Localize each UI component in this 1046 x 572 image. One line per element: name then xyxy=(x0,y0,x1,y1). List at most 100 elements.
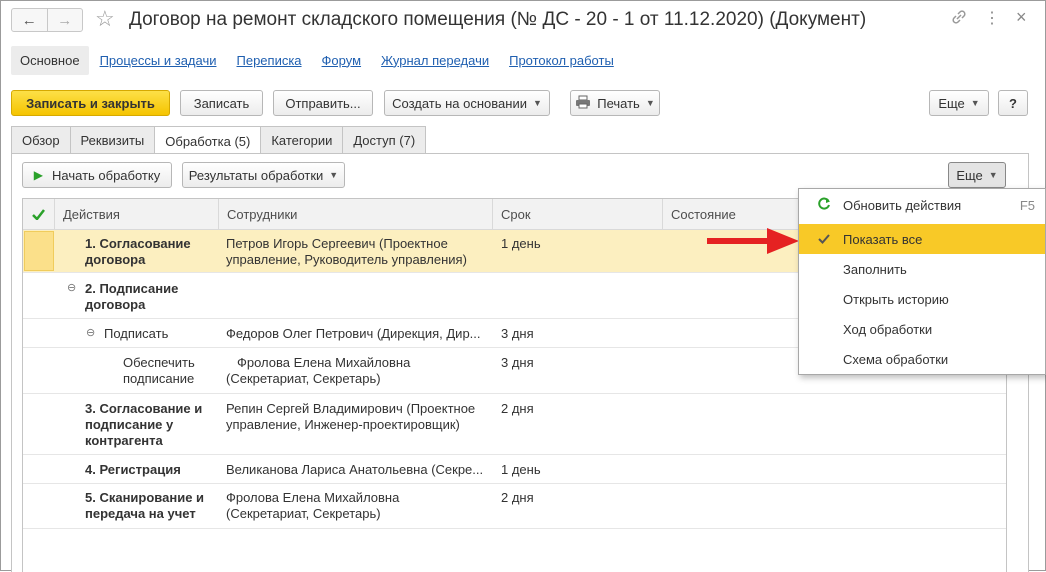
more-actions-icon[interactable]: ⋮ xyxy=(984,8,1000,28)
action-line: передача на учет xyxy=(85,506,196,521)
term-cell: 1 день xyxy=(501,236,541,251)
action-cell: 4. Регистрация xyxy=(85,462,181,477)
document-window: ← → ☆ Договор на ремонт складского помещ… xyxy=(0,0,1046,572)
forward-button[interactable]: → xyxy=(46,9,83,31)
help-label: ? xyxy=(1009,95,1017,111)
nav-processes[interactable]: Процессы и задачи xyxy=(100,53,217,68)
menu-item-label: Обновить действия xyxy=(843,197,962,213)
save-button[interactable]: Записать xyxy=(180,90,263,116)
action-line: Обеспечить xyxy=(123,355,195,370)
column-actions[interactable]: Действия xyxy=(54,199,218,230)
send-button[interactable]: Отправить... xyxy=(273,90,373,116)
collapse-icon[interactable]: ⊖ xyxy=(86,326,95,339)
more-dropdown-menu: Обновить действия F5 Показать все Заполн… xyxy=(798,188,1046,375)
employee-line: Фролова Елена Михайловна xyxy=(226,490,400,505)
employee-line: Петров Игорь Сергеевич (Проектное xyxy=(226,236,448,251)
action-cell: Подписать xyxy=(104,326,169,341)
tab-details[interactable]: Реквизиты xyxy=(69,126,156,154)
create-based-on-button[interactable]: Создать на основании ▼ xyxy=(384,90,550,116)
employee-line: управление, Инженер-проектировщик) xyxy=(226,417,460,432)
table-row[interactable]: 3. Согласование и подписание у контраген… xyxy=(23,394,1006,455)
title-bar: ← → ☆ Договор на ремонт складского помещ… xyxy=(1,1,1045,41)
tab-access[interactable]: Доступ (7) xyxy=(342,126,427,154)
menu-item-label: Схема обработки xyxy=(843,351,949,367)
term-cell: 2 дня xyxy=(501,490,534,505)
row-mark xyxy=(24,231,54,271)
menu-item-shortcut: F5 xyxy=(1019,197,1035,213)
action-line: подписание у xyxy=(85,417,174,432)
action-cell: 1. Согласование договора xyxy=(85,236,191,268)
employees-cell: Репин Сергей Владимирович (Проектное упр… xyxy=(226,401,475,433)
play-icon: ▶ xyxy=(33,168,44,182)
nav-transfer-log[interactable]: Журнал передачи xyxy=(381,53,489,68)
printer-icon xyxy=(575,95,591,112)
tab-categories[interactable]: Категории xyxy=(260,126,344,154)
caret-down-icon: ▼ xyxy=(988,170,998,180)
action-cell: 5. Сканирование и передача на учет xyxy=(85,490,204,522)
save-and-close-button[interactable]: Записать и закрыть xyxy=(11,90,170,116)
processing-more-button[interactable]: Еще ▼ xyxy=(948,162,1006,188)
page-title: Договор на ремонт складского помещения (… xyxy=(129,9,867,30)
action-line: 2. Подписание xyxy=(85,281,179,296)
menu-item-fill[interactable]: Заполнить xyxy=(799,254,1045,284)
tab-overview[interactable]: Обзор xyxy=(11,126,71,154)
employees-cell: Фролова Елена Михайловна (Секретариат, С… xyxy=(226,355,410,387)
send-label: Отправить... xyxy=(285,95,361,111)
nav-work-log[interactable]: Протокол работы xyxy=(509,53,614,68)
caret-down-icon: ▼ xyxy=(329,170,339,180)
section-nav: Основное Процессы и задачи Переписка Фор… xyxy=(11,44,623,76)
column-term[interactable]: Срок xyxy=(492,199,662,230)
history-nav: ← → xyxy=(11,8,83,32)
menu-item-processing-scheme[interactable]: Схема обработки xyxy=(799,344,1045,374)
favorite-star-icon[interactable]: ☆ xyxy=(95,7,115,31)
employee-line: Репин Сергей Владимирович (Проектное xyxy=(226,401,476,416)
caret-down-icon: ▼ xyxy=(970,98,980,108)
employee-line: Фролова Елена Михайловна xyxy=(237,355,411,370)
menu-item-refresh-actions[interactable]: Обновить действия F5 xyxy=(799,190,1045,220)
action-line: договора xyxy=(85,297,146,312)
more-button[interactable]: Еще ▼ xyxy=(929,90,989,116)
term-cell: 1 день xyxy=(501,462,541,477)
back-button[interactable]: ← xyxy=(12,9,47,31)
nav-main[interactable]: Основное xyxy=(11,45,89,75)
menu-item-label: Ход обработки xyxy=(843,321,933,337)
action-line: 3. Согласование и xyxy=(85,401,203,416)
start-processing-button[interactable]: ▶ Начать обработку xyxy=(22,162,172,188)
close-icon[interactable]: × xyxy=(1016,7,1027,28)
link-icon[interactable] xyxy=(951,9,967,30)
print-label: Печать xyxy=(597,95,640,111)
red-arrow-icon xyxy=(707,228,799,254)
arrow-left-icon: ← xyxy=(21,11,37,29)
processing-results-button[interactable]: Результаты обработки ▼ xyxy=(182,162,345,188)
menu-item-label: Открыть историю xyxy=(843,291,949,307)
start-processing-label: Начать обработку xyxy=(52,167,161,183)
caret-down-icon: ▼ xyxy=(532,98,542,108)
tab-strip: Обзор Реквизиты Обработка (5) Категории … xyxy=(11,126,427,155)
arrow-right-icon: → xyxy=(57,11,73,29)
processing-more-label: Еще xyxy=(956,167,983,183)
processing-results-label: Результаты обработки xyxy=(188,167,324,183)
action-line: договора xyxy=(85,252,146,267)
nav-correspondence[interactable]: Переписка xyxy=(237,53,302,68)
print-button[interactable]: Печать ▼ xyxy=(570,90,660,116)
tab-processing[interactable]: Обработка (5) xyxy=(154,126,262,155)
table-row[interactable]: 4. Регистрация Великанова Лариса Анатоль… xyxy=(23,455,1006,484)
more-label: Еще xyxy=(938,95,965,111)
term-cell: 3 дня xyxy=(501,326,534,341)
menu-item-show-all[interactable]: Показать все xyxy=(799,224,1045,254)
nav-forum[interactable]: Форум xyxy=(322,53,362,68)
employee-line: управление, Руководитель управления) xyxy=(226,252,467,267)
table-row[interactable]: 5. Сканирование и передача на учет Фроло… xyxy=(23,484,1006,529)
action-line: 5. Сканирование и xyxy=(85,490,205,505)
action-cell: 2. Подписание договора xyxy=(85,281,178,313)
create-based-on-label: Создать на основании xyxy=(392,95,527,111)
help-button[interactable]: ? xyxy=(998,90,1028,116)
menu-item-processing-progress[interactable]: Ход обработки xyxy=(799,314,1045,344)
action-line: подписание xyxy=(123,371,195,386)
menu-item-open-history[interactable]: Открыть историю xyxy=(799,284,1045,314)
checkmark-column-icon xyxy=(23,199,54,230)
column-employees[interactable]: Сотрудники xyxy=(218,199,492,230)
collapse-icon[interactable]: ⊖ xyxy=(67,281,76,294)
caret-down-icon: ▼ xyxy=(645,98,655,108)
checkmark-icon xyxy=(816,232,832,247)
